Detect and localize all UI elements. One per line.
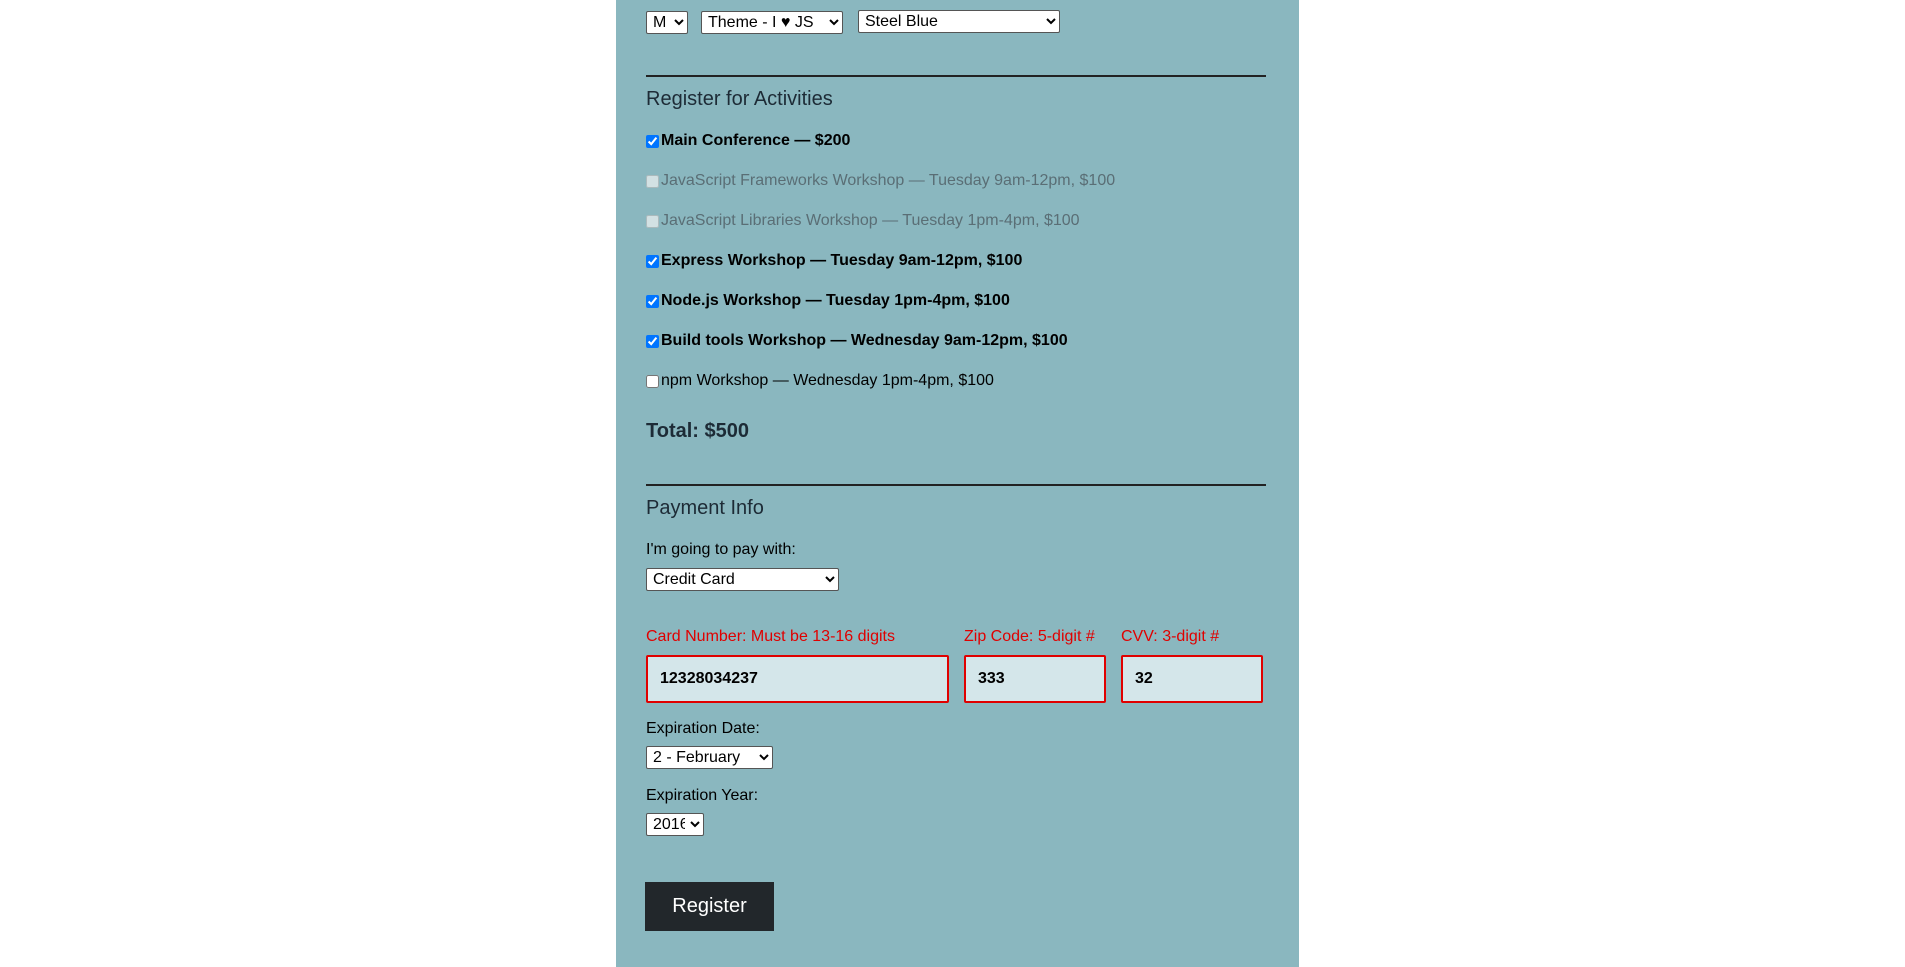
section-divider [646,484,1266,486]
activity-label: npm Workshop — Wednesday 1pm-4pm, $100 [661,372,994,389]
design-select[interactable]: Theme - I ♥ JS [701,11,843,34]
cvv-input[interactable] [1121,655,1263,703]
activity-checkbox [646,174,659,188]
activity-checkbox[interactable] [646,294,659,308]
register-button[interactable]: Register [645,882,774,931]
payment-method-select[interactable]: Credit Card [646,568,839,591]
activity-item[interactable]: npm Workshop — Wednesday 1pm-4pm, $100 [646,371,994,391]
activity-label: Build tools Workshop — Wednesday 9am-12p… [661,332,1068,349]
exp-year-label: Expiration Year: [646,787,759,804]
activity-label: Express Workshop — Tuesday 9am-12pm, $10… [661,252,1023,269]
cvv-error-label: CVV: 3-digit # [1121,628,1220,645]
activity-label: Main Conference — $200 [661,132,851,149]
activity-item[interactable]: Express Workshop — Tuesday 9am-12pm, $10… [646,251,1022,271]
activity-item: JavaScript Frameworks Workshop — Tuesday… [646,171,1115,191]
activity-checkbox[interactable] [646,334,659,348]
zip-input[interactable] [964,655,1106,703]
exp-year-select[interactable]: 2016 [646,813,704,836]
activity-label: JavaScript Frameworks Workshop — Tuesday… [661,172,1116,189]
zip-error-label: Zip Code: 5-digit # [964,628,1095,645]
activity-label: JavaScript Libraries Workshop — Tuesday … [661,212,1080,229]
card-number-input[interactable] [646,655,949,703]
activity-checkbox[interactable] [646,254,659,268]
activities-total: Total: $500 [646,420,749,442]
exp-date-label: Expiration Date: [646,720,760,737]
activity-checkbox[interactable] [646,134,659,148]
section-divider [646,75,1266,77]
card-number-error-label: Card Number: Must be 13-16 digits [646,628,895,645]
pay-with-label: I'm going to pay with: [646,541,796,558]
color-select[interactable]: Steel Blue [858,10,1060,33]
activity-item: JavaScript Libraries Workshop — Tuesday … [646,211,1080,231]
activity-label: Node.js Workshop — Tuesday 1pm-4pm, $100 [661,292,1010,309]
exp-month-select[interactable]: 2 - February [646,746,773,769]
activity-checkbox [646,214,659,228]
activity-item[interactable]: Main Conference — $200 [646,131,850,151]
payment-heading: Payment Info [646,497,764,519]
activities-heading: Register for Activities [646,88,833,110]
activity-item[interactable]: Build tools Workshop — Wednesday 9am-12p… [646,331,1068,351]
activity-item[interactable]: Node.js Workshop — Tuesday 1pm-4pm, $100 [646,291,1010,311]
size-select[interactable]: M [646,11,688,34]
activity-checkbox[interactable] [646,374,659,388]
